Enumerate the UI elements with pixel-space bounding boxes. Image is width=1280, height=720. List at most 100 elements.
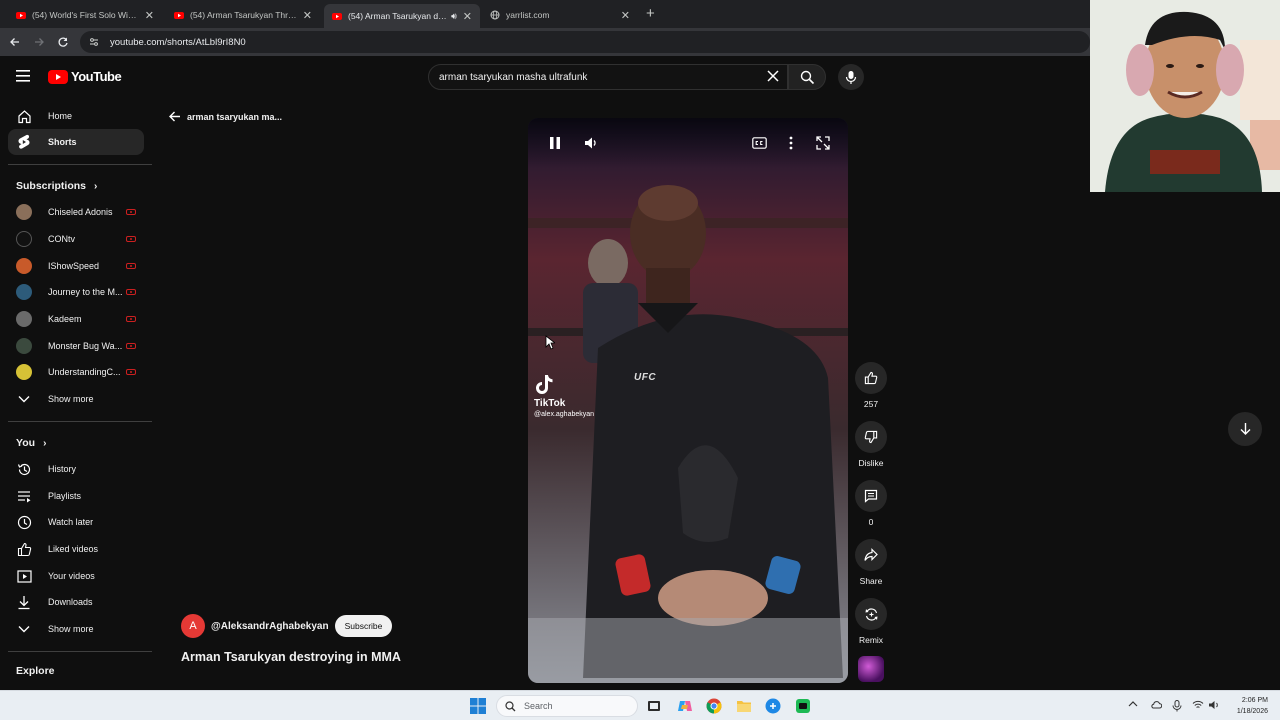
youtube-logo[interactable]: YouTube <box>48 69 122 84</box>
browser-tab[interactable]: (54) Arman Tsarukyan Threatens ✕ <box>166 4 320 26</box>
history-icon <box>16 461 32 477</box>
comments-button[interactable]: 0 <box>852 480 890 527</box>
sidebar-item-label: Your videos <box>48 571 95 581</box>
tab-title: (54) Arman Tsarukyan Threatens <box>190 10 297 20</box>
close-icon[interactable]: ✕ <box>145 9 154 22</box>
subscriptions-heading[interactable]: Subscriptions › <box>16 180 97 192</box>
forward-icon[interactable] <box>31 34 47 50</box>
task-view-icon[interactable] <box>645 697 663 715</box>
taskbar-search[interactable]: Search <box>496 695 638 717</box>
show-more-you[interactable]: Show more <box>8 616 144 642</box>
menu-icon[interactable] <box>16 69 32 83</box>
live-icon <box>126 236 136 242</box>
close-icon[interactable]: ✕ <box>303 9 312 22</box>
channel-avatar <box>16 364 32 380</box>
show-more-subscriptions[interactable]: Show more <box>8 386 144 412</box>
browser-tab[interactable]: yarrlist.com ✕ <box>482 4 638 26</box>
close-icon[interactable]: ✕ <box>621 9 630 22</box>
tiktok-watermark: TikTok @alex.aghabekyan <box>534 374 594 418</box>
pause-icon[interactable] <box>547 135 563 151</box>
sidebar-item-your-videos[interactable]: Your videos <box>8 563 144 589</box>
explore-heading-label: Explore <box>16 665 55 677</box>
sidebar-item-label: Show more <box>48 624 94 634</box>
cloud-icon[interactable] <box>1150 700 1162 712</box>
wifi-icon[interactable] <box>1192 700 1204 712</box>
shorts-video-player[interactable]: UFC TikTok @alex.aghabekyan <box>528 118 848 683</box>
back-icon[interactable] <box>7 34 23 50</box>
file-explorer-icon[interactable] <box>735 697 753 715</box>
taskbar-search-placeholder: Search <box>524 701 553 711</box>
volume-icon[interactable] <box>583 135 599 151</box>
dislike-label: Dislike <box>858 458 884 468</box>
subscribe-button[interactable]: Subscribe <box>334 615 393 637</box>
sidebar-item-subscription[interactable]: UnderstandingC... <box>8 359 144 385</box>
browser-tab-active[interactable]: (54) Arman Tsarukyan destr 🔊︎ ✕ <box>324 4 480 28</box>
like-button[interactable]: 257 <box>852 362 890 409</box>
more-options-icon[interactable] <box>783 135 799 151</box>
app-icon[interactable] <box>764 697 782 715</box>
new-tab-icon[interactable]: + <box>646 5 655 22</box>
sidebar-item-label: Kadeem <box>48 314 82 324</box>
video-title[interactable]: Arman Tsarukyan destroying in MMA <box>181 650 401 664</box>
chevron-down-icon <box>16 391 32 407</box>
sidebar-item-subscription[interactable]: Kadeem <box>8 306 144 332</box>
sidebar-item-home[interactable]: Home <box>8 103 144 129</box>
microphone-icon[interactable] <box>1172 700 1184 712</box>
speaker-icon[interactable]: 🔊︎ <box>451 11 457 22</box>
sidebar-item-subscription[interactable]: CONtv <box>8 226 144 252</box>
sidebar-item-subscription[interactable]: Journey to the M... <box>8 279 144 305</box>
sidebar-item-subscription[interactable]: Chiseled Adonis <box>8 199 144 225</box>
sound-thumbnail[interactable] <box>858 656 884 682</box>
sidebar-item-downloads[interactable]: Downloads <box>8 589 144 615</box>
channel-avatar <box>16 204 32 220</box>
sidebar-item-playlists[interactable]: Playlists <box>8 483 144 509</box>
chrome-icon[interactable] <box>705 697 723 715</box>
sidebar-item-shorts[interactable]: Shorts <box>8 129 144 155</box>
site-info-icon[interactable] <box>88 36 100 48</box>
voice-search-button[interactable] <box>838 64 864 90</box>
sidebar-item-label: Home <box>48 111 73 121</box>
shirt-logo-text: UFC <box>634 372 657 383</box>
thumbs-up-icon <box>855 362 887 394</box>
search-input[interactable]: arman tsaryukan masha ultrafunk <box>428 64 788 90</box>
next-video-button[interactable] <box>1228 412 1262 446</box>
live-icon <box>126 209 136 215</box>
sidebar-item-subscription[interactable]: IShowSpeed <box>8 253 144 279</box>
search-button[interactable] <box>788 64 826 90</box>
channel-avatar[interactable]: A <box>181 614 205 638</box>
search-query: arman tsaryukan masha ultrafunk <box>439 71 588 83</box>
clock-time: 2:06 PM <box>1241 697 1268 704</box>
sidebar-item-label: CONtv <box>48 234 75 244</box>
back-to-search[interactable]: arman tsaryukan ma... <box>168 110 282 123</box>
reload-icon[interactable] <box>55 34 71 50</box>
chevron-up-icon[interactable] <box>1128 700 1140 712</box>
system-clock[interactable]: 2:06 PM 1/18/2026 <box>1222 695 1268 717</box>
remix-button[interactable]: Remix <box>852 598 890 645</box>
sidebar-item-subscription[interactable]: Monster Bug Wa... <box>8 333 144 359</box>
channel-handle[interactable]: @AleksandrAghabekyan <box>211 621 329 632</box>
remix-label: Remix <box>858 635 884 645</box>
browser-tab[interactable]: (54) World's First Solo Win in LA ✕ <box>8 4 162 26</box>
youtube-icon <box>332 13 342 20</box>
dislike-button[interactable]: Dislike <box>852 421 890 468</box>
green-app-icon[interactable] <box>794 697 812 715</box>
sidebar-item-label: Playlists <box>48 491 82 501</box>
sidebar-item-history[interactable]: History <box>8 456 144 482</box>
channel-avatar <box>16 231 32 247</box>
copilot-icon[interactable] <box>676 697 694 715</box>
windows-start-icon[interactable] <box>469 697 487 715</box>
share-button[interactable]: Share <box>852 539 890 586</box>
clear-search-icon[interactable] <box>766 69 780 83</box>
close-icon[interactable]: ✕ <box>463 10 472 23</box>
mouse-cursor-icon <box>545 335 555 350</box>
speaker-icon[interactable] <box>1208 700 1220 712</box>
sidebar-item-liked-videos[interactable]: Liked videos <box>8 536 144 562</box>
captions-icon[interactable] <box>751 135 767 151</box>
address-bar[interactable]: youtube.com/shorts/AtLbl9rI8N0 <box>80 31 1090 53</box>
fullscreen-icon[interactable] <box>815 135 831 151</box>
download-icon <box>16 594 32 610</box>
you-heading[interactable]: You › <box>16 437 46 449</box>
sidebar-item-watch-later[interactable]: Watch later <box>8 509 144 535</box>
watch-later-icon <box>16 514 32 530</box>
live-icon <box>126 316 136 322</box>
